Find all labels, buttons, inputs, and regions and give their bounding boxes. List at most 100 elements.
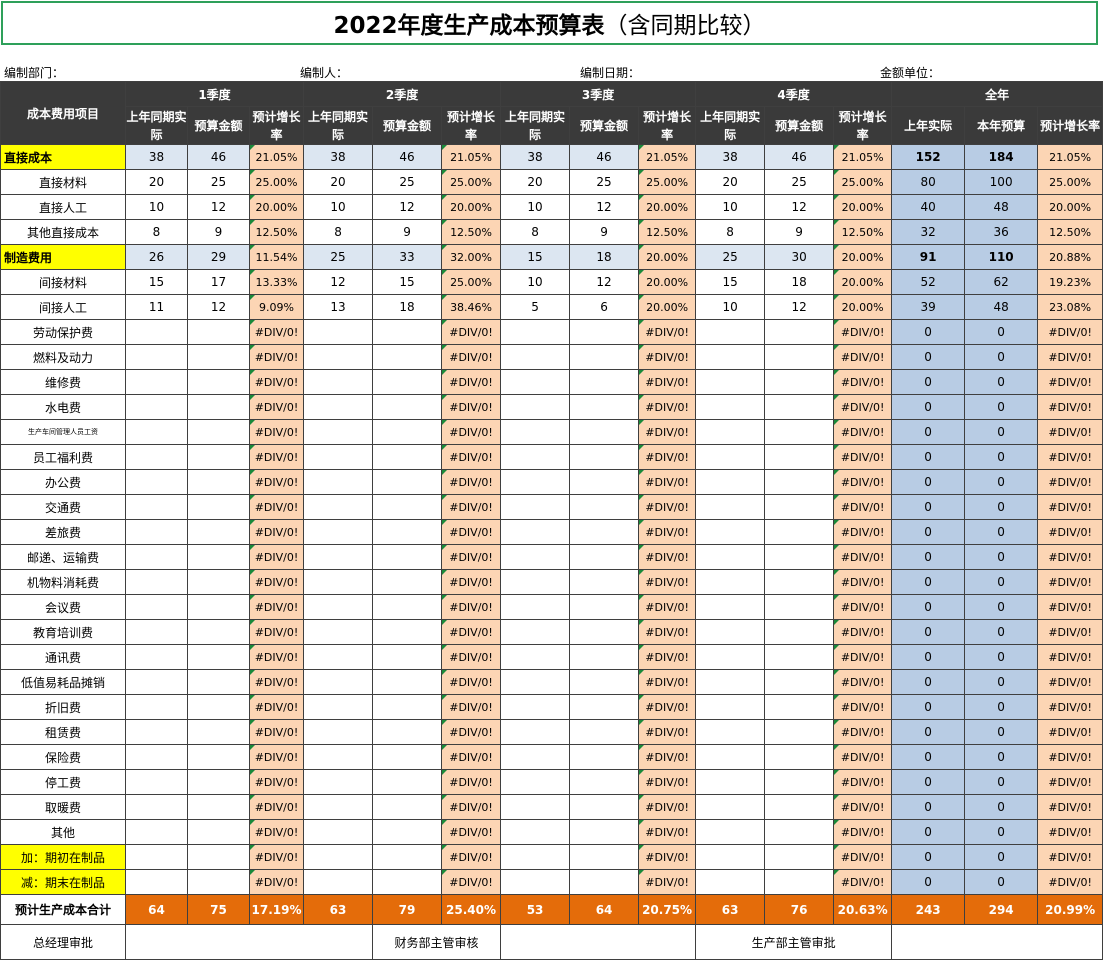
q2-budget-cell[interactable]: 15 bbox=[372, 269, 443, 295]
q1-budget-cell[interactable] bbox=[187, 719, 250, 745]
q2-budget-cell[interactable]: 18 bbox=[372, 294, 443, 320]
q2-last-year-cell[interactable] bbox=[303, 644, 374, 670]
q1-last-year-cell[interactable] bbox=[125, 869, 188, 895]
q4-last-year-cell[interactable] bbox=[695, 819, 766, 845]
q3-budget-cell[interactable] bbox=[569, 594, 640, 620]
q4-budget-cell[interactable] bbox=[764, 394, 835, 420]
q1-last-year-cell[interactable] bbox=[125, 844, 188, 870]
q2-budget-cell[interactable] bbox=[372, 344, 443, 370]
q3-last-year-cell[interactable] bbox=[500, 569, 571, 595]
q3-budget-cell[interactable] bbox=[569, 519, 640, 545]
q4-budget-cell[interactable] bbox=[764, 869, 835, 895]
q3-budget-cell[interactable]: 46 bbox=[569, 144, 640, 170]
q3-last-year-cell[interactable] bbox=[500, 319, 571, 345]
q1-last-year-cell[interactable]: 8 bbox=[125, 219, 188, 245]
q1-last-year-cell[interactable]: 10 bbox=[125, 194, 188, 220]
q1-budget-cell[interactable] bbox=[187, 469, 250, 495]
q4-budget-cell[interactable] bbox=[764, 369, 835, 395]
q2-budget-cell[interactable] bbox=[372, 594, 443, 620]
q2-last-year-cell[interactable]: 10 bbox=[303, 194, 374, 220]
q4-last-year-cell[interactable]: 8 bbox=[695, 219, 766, 245]
q1-budget-cell[interactable] bbox=[187, 344, 250, 370]
q4-last-year-cell[interactable]: 10 bbox=[695, 294, 766, 320]
q4-last-year-cell[interactable] bbox=[695, 494, 766, 520]
q4-budget-cell[interactable] bbox=[764, 544, 835, 570]
q2-last-year-cell[interactable] bbox=[303, 744, 374, 770]
q4-budget-cell[interactable] bbox=[764, 619, 835, 645]
q2-budget-cell[interactable] bbox=[372, 569, 443, 595]
q3-budget-cell[interactable]: 9 bbox=[569, 219, 640, 245]
q2-budget-cell[interactable] bbox=[372, 494, 443, 520]
q3-last-year-cell[interactable]: 38 bbox=[500, 144, 571, 170]
q4-last-year-cell[interactable] bbox=[695, 344, 766, 370]
q3-budget-cell[interactable] bbox=[569, 769, 640, 795]
q2-last-year-cell[interactable] bbox=[303, 819, 374, 845]
q4-last-year-cell[interactable] bbox=[695, 319, 766, 345]
q1-last-year-cell[interactable] bbox=[125, 369, 188, 395]
q2-last-year-cell[interactable] bbox=[303, 569, 374, 595]
q1-budget-cell[interactable]: 46 bbox=[187, 144, 250, 170]
q4-budget-cell[interactable] bbox=[764, 844, 835, 870]
q1-budget-cell[interactable] bbox=[187, 619, 250, 645]
q4-budget-cell[interactable] bbox=[764, 344, 835, 370]
q1-last-year-cell[interactable] bbox=[125, 669, 188, 695]
q3-budget-cell[interactable] bbox=[569, 369, 640, 395]
q3-last-year-cell[interactable] bbox=[500, 419, 571, 445]
q4-budget-cell[interactable] bbox=[764, 319, 835, 345]
q1-budget-cell[interactable] bbox=[187, 444, 250, 470]
q2-last-year-cell[interactable] bbox=[303, 544, 374, 570]
q3-last-year-cell[interactable] bbox=[500, 369, 571, 395]
q1-last-year-cell[interactable]: 11 bbox=[125, 294, 188, 320]
q1-last-year-cell[interactable] bbox=[125, 469, 188, 495]
signoff-finance-field[interactable] bbox=[500, 924, 697, 960]
q4-last-year-cell[interactable] bbox=[695, 869, 766, 895]
q3-last-year-cell[interactable] bbox=[500, 844, 571, 870]
q4-budget-cell[interactable] bbox=[764, 444, 835, 470]
q4-last-year-cell[interactable] bbox=[695, 644, 766, 670]
q1-last-year-cell[interactable] bbox=[125, 319, 188, 345]
q4-budget-cell[interactable] bbox=[764, 519, 835, 545]
q4-budget-cell[interactable] bbox=[764, 719, 835, 745]
q3-last-year-cell[interactable]: 5 bbox=[500, 294, 571, 320]
q2-last-year-cell[interactable] bbox=[303, 344, 374, 370]
q2-budget-cell[interactable] bbox=[372, 794, 443, 820]
q1-budget-cell[interactable] bbox=[187, 419, 250, 445]
q2-budget-cell[interactable] bbox=[372, 419, 443, 445]
q3-last-year-cell[interactable]: 8 bbox=[500, 219, 571, 245]
q1-last-year-cell[interactable] bbox=[125, 619, 188, 645]
q3-last-year-cell[interactable] bbox=[500, 669, 571, 695]
q1-budget-cell[interactable] bbox=[187, 869, 250, 895]
q2-last-year-cell[interactable] bbox=[303, 494, 374, 520]
q3-budget-cell[interactable] bbox=[569, 419, 640, 445]
q1-budget-cell[interactable] bbox=[187, 819, 250, 845]
q3-last-year-cell[interactable] bbox=[500, 794, 571, 820]
q1-last-year-cell[interactable] bbox=[125, 569, 188, 595]
q2-last-year-cell[interactable] bbox=[303, 719, 374, 745]
q4-last-year-cell[interactable] bbox=[695, 444, 766, 470]
q1-budget-cell[interactable]: 12 bbox=[187, 294, 250, 320]
q4-budget-cell[interactable]: 12 bbox=[764, 294, 835, 320]
q4-budget-cell[interactable] bbox=[764, 669, 835, 695]
q4-budget-cell[interactable]: 9 bbox=[764, 219, 835, 245]
q4-last-year-cell[interactable] bbox=[695, 369, 766, 395]
q2-budget-cell[interactable] bbox=[372, 819, 443, 845]
signoff-gm-field[interactable] bbox=[124, 924, 374, 960]
q2-last-year-cell[interactable]: 12 bbox=[303, 269, 374, 295]
q3-budget-cell[interactable] bbox=[569, 744, 640, 770]
q4-budget-cell[interactable] bbox=[764, 594, 835, 620]
q4-last-year-cell[interactable] bbox=[695, 694, 766, 720]
q2-budget-cell[interactable] bbox=[372, 319, 443, 345]
q3-budget-cell[interactable] bbox=[569, 469, 640, 495]
q3-last-year-cell[interactable] bbox=[500, 719, 571, 745]
q3-budget-cell[interactable] bbox=[569, 819, 640, 845]
q1-budget-cell[interactable] bbox=[187, 394, 250, 420]
q4-last-year-cell[interactable] bbox=[695, 544, 766, 570]
q3-budget-cell[interactable] bbox=[569, 319, 640, 345]
q3-last-year-cell[interactable]: 20 bbox=[500, 169, 571, 195]
q2-budget-cell[interactable] bbox=[372, 619, 443, 645]
q1-last-year-cell[interactable]: 26 bbox=[125, 244, 188, 270]
q1-last-year-cell[interactable] bbox=[125, 419, 188, 445]
q1-budget-cell[interactable]: 9 bbox=[187, 219, 250, 245]
q2-last-year-cell[interactable] bbox=[303, 794, 374, 820]
q4-last-year-cell[interactable] bbox=[695, 769, 766, 795]
